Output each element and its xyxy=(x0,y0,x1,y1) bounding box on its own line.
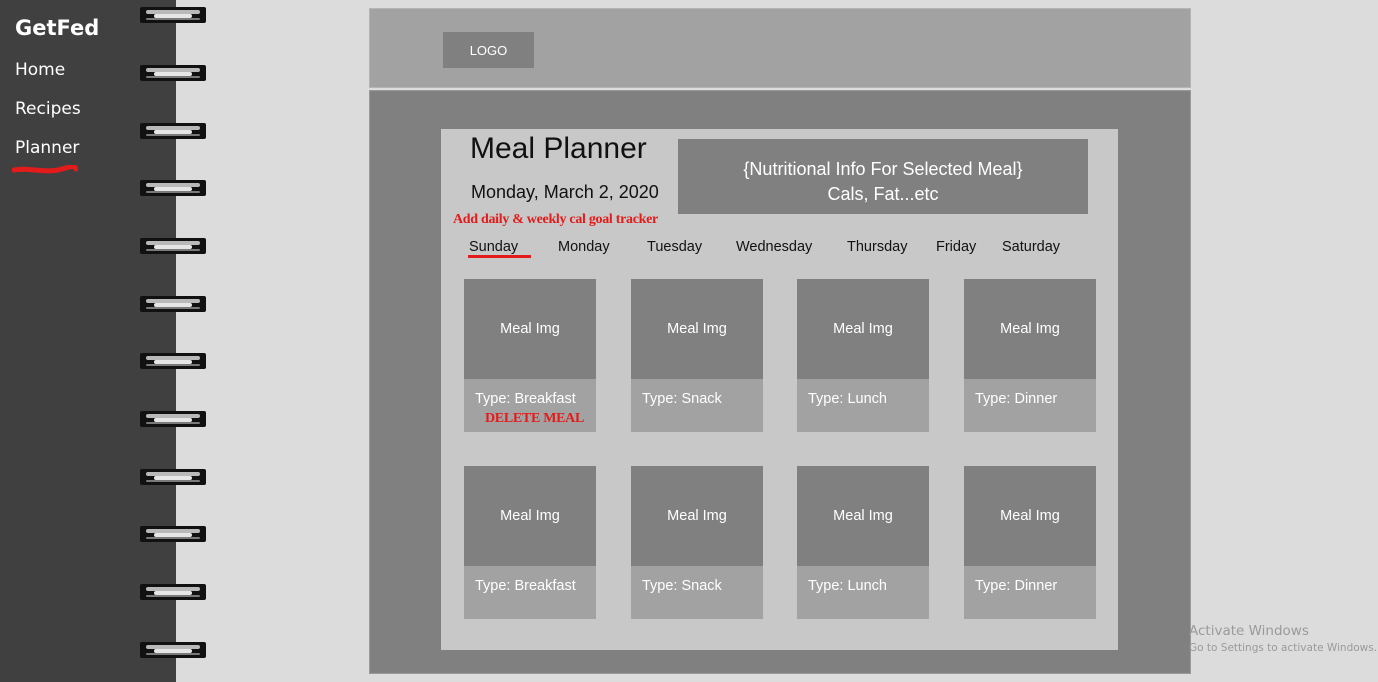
tab-thursday[interactable]: Thursday xyxy=(847,239,907,255)
current-date: Monday, March 2, 2020 xyxy=(471,182,659,202)
spiral-ring-icon xyxy=(140,526,206,542)
meal-image: Meal Img xyxy=(464,279,596,379)
nutrition-info-details: Cals, Fat...etc xyxy=(827,184,939,204)
delete-meal-button[interactable]: DELETE MEAL xyxy=(485,411,584,427)
nutrition-info-box: {Nutritional Info For Selected Meal} Cal… xyxy=(678,139,1088,214)
meal-card[interactable]: Meal Img Type: Breakfast xyxy=(464,279,596,432)
meal-image: Meal Img xyxy=(631,466,763,566)
selected-day-underline xyxy=(468,255,531,258)
meal-type: Type: Snack xyxy=(642,391,722,407)
nav-item-recipes[interactable]: Recipes xyxy=(15,99,81,119)
spiral-ring-icon xyxy=(140,411,206,427)
spiral-ring-icon xyxy=(140,296,206,312)
spiral-ring-icon xyxy=(140,584,206,600)
spiral-ring-icon xyxy=(140,180,206,196)
activate-windows-watermark: Activate Windows xyxy=(1189,623,1309,639)
meal-image: Meal Img xyxy=(464,466,596,566)
meal-type: Type: Dinner xyxy=(975,578,1058,594)
tab-wednesday[interactable]: Wednesday xyxy=(736,239,812,255)
meal-image: Meal Img xyxy=(964,466,1096,566)
active-nav-scribble xyxy=(12,165,78,174)
tab-monday[interactable]: Monday xyxy=(558,239,610,255)
brand-title: GetFed xyxy=(15,16,100,40)
meal-type: Type: Breakfast xyxy=(475,578,576,594)
tab-saturday[interactable]: Saturday xyxy=(1002,239,1060,255)
activate-windows-hint: Go to Settings to activate Windows. xyxy=(1189,642,1378,654)
spiral-ring-icon xyxy=(140,65,206,81)
sidebar: GetFed Home Recipes Planner xyxy=(0,0,176,682)
spiral-ring-icon xyxy=(140,7,206,23)
nav-item-home[interactable]: Home xyxy=(15,60,65,80)
spiral-ring-icon xyxy=(140,123,206,139)
meal-image: Meal Img xyxy=(797,279,929,379)
tab-tuesday[interactable]: Tuesday xyxy=(647,239,702,255)
nav-item-planner[interactable]: Planner xyxy=(15,138,79,158)
meal-card[interactable]: Meal Img Type: Snack xyxy=(631,466,763,619)
meal-image: Meal Img xyxy=(797,466,929,566)
nutrition-info-title: {Nutritional Info For Selected Meal} xyxy=(743,159,1023,179)
meal-type: Type: Breakfast xyxy=(475,391,576,407)
spiral-ring-icon xyxy=(140,238,206,254)
meal-card[interactable]: Meal Img Type: Dinner xyxy=(964,279,1096,432)
tab-friday[interactable]: Friday xyxy=(936,239,976,255)
meal-type: Type: Dinner xyxy=(975,391,1058,407)
goal-tracker-annotation: Add daily & weekly cal goal tracker xyxy=(453,212,658,227)
spiral-ring-icon xyxy=(140,353,206,369)
logo[interactable]: LOGO xyxy=(443,32,534,68)
meal-type: Type: Snack xyxy=(642,578,722,594)
paper-edge xyxy=(176,0,206,682)
meal-card[interactable]: Meal Img Type: Breakfast xyxy=(464,466,596,619)
meal-image: Meal Img xyxy=(964,279,1096,379)
meal-type: Type: Lunch xyxy=(808,391,887,407)
meal-type: Type: Lunch xyxy=(808,578,887,594)
meal-card[interactable]: Meal Img Type: Snack xyxy=(631,279,763,432)
meal-card[interactable]: Meal Img Type: Dinner xyxy=(964,466,1096,619)
meal-card[interactable]: Meal Img Type: Lunch xyxy=(797,279,929,432)
spiral-ring-icon xyxy=(140,642,206,658)
page-title: Meal Planner xyxy=(470,132,647,165)
tab-sunday[interactable]: Sunday xyxy=(469,239,518,255)
meal-card[interactable]: Meal Img Type: Lunch xyxy=(797,466,929,619)
spiral-ring-icon xyxy=(140,469,206,485)
meal-image: Meal Img xyxy=(631,279,763,379)
